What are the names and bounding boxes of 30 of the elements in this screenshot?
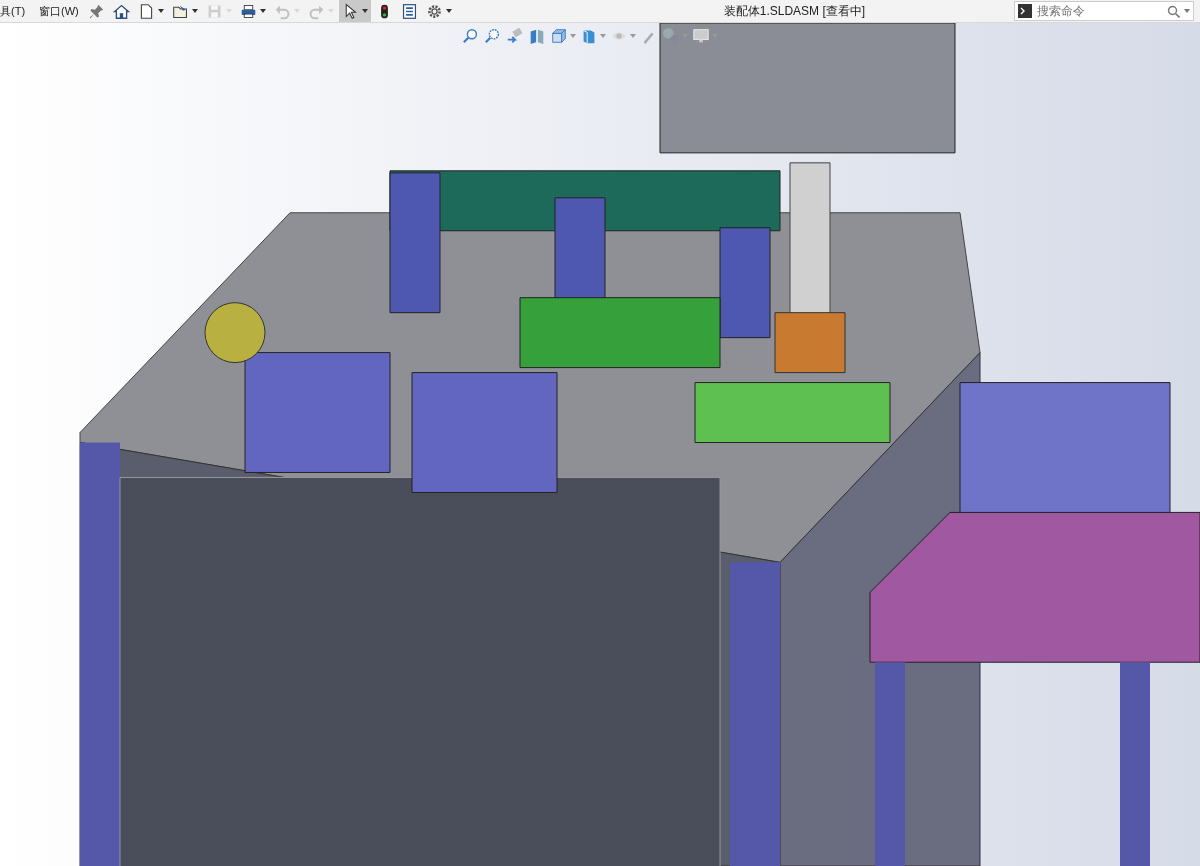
view-button[interactable] (484, 27, 502, 45)
caret-icon (157, 9, 164, 13)
camera-arrow-icon (506, 27, 524, 45)
caret-icon (361, 9, 368, 13)
caret-icon (570, 34, 576, 38)
toolbar-button[interactable] (338, 0, 371, 22)
cube-icon (550, 27, 568, 45)
search-field[interactable]: 搜索命令 (1014, 1, 1194, 21)
caret-icon (600, 34, 606, 38)
view-button[interactable] (462, 27, 480, 45)
terminal-icon (1018, 4, 1032, 18)
window-title: 装配体1.SLDASM [查看中] (722, 2, 867, 20)
zoom-area-icon (484, 27, 502, 45)
monitor-icon (692, 27, 710, 45)
caret-icon (259, 9, 266, 13)
view-button[interactable] (550, 27, 576, 45)
caret-icon (445, 9, 452, 13)
view-button[interactable] (506, 27, 524, 45)
menu-item[interactable]: 具(T) (0, 3, 26, 19)
menu-item[interactable]: 窗口(W) (39, 3, 79, 19)
zoom-to-fit-icon (462, 27, 480, 45)
caret-icon (630, 34, 636, 38)
caret-icon (1184, 9, 1190, 13)
pin-icon (87, 2, 105, 20)
gear-icon (425, 2, 443, 20)
section-view-icon (528, 27, 546, 45)
view-button[interactable] (528, 27, 546, 45)
view-button[interactable] (692, 27, 718, 45)
search-icon (1167, 5, 1180, 18)
caret-icon (191, 9, 198, 13)
